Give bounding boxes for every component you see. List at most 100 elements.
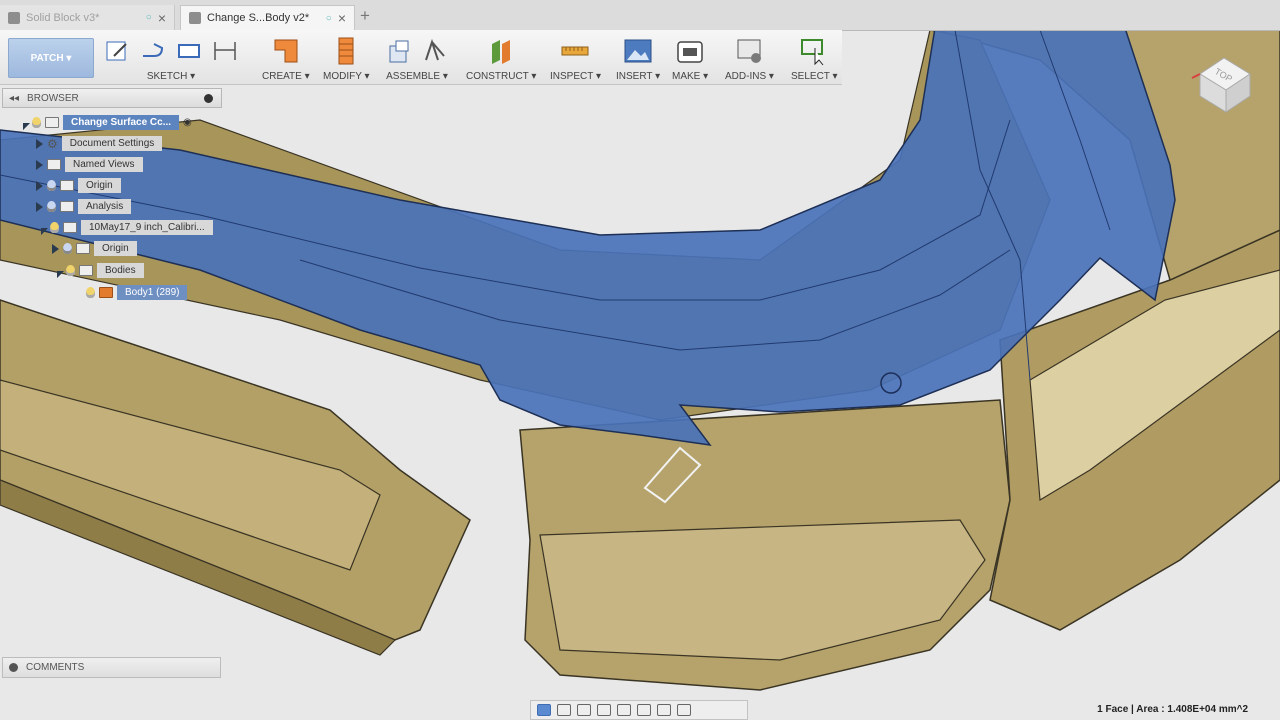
- 3d-print-icon[interactable]: [675, 36, 705, 66]
- new-tab-plus-icon[interactable]: +: [360, 6, 370, 26]
- visibility-bulb-icon[interactable]: [32, 117, 41, 128]
- expand-icon[interactable]: [36, 138, 43, 149]
- tree-item-label: 10May17_9 inch_Calibri...: [81, 220, 213, 235]
- assemble-group[interactable]: ASSEMBLE ▾: [386, 36, 448, 82]
- document-icon: [189, 12, 201, 24]
- tree-item-label: Bodies: [97, 263, 144, 278]
- joint-icon[interactable]: [422, 38, 448, 64]
- line-icon[interactable]: [140, 38, 166, 64]
- activate-radio-icon[interactable]: ◉: [183, 117, 192, 128]
- tree-item-body1[interactable]: Body1 (289): [86, 284, 188, 301]
- collapse-icon[interactable]: [49, 263, 65, 278]
- tree-item-document-settings[interactable]: ⚙ Document Settings: [36, 135, 163, 152]
- tab-label: Solid Block v3*: [26, 11, 100, 24]
- workspace-switcher-button[interactable]: PATCH ▾: [8, 38, 94, 78]
- tree-item-named-views[interactable]: Named Views: [36, 156, 143, 173]
- main-toolbar: PATCH ▾ SKETCH ▾ CREATE ▾ MODIFY ▾ ASSEM…: [0, 30, 842, 85]
- expand-icon[interactable]: [52, 243, 59, 254]
- document-icon: [8, 11, 20, 24]
- tree-root[interactable]: Change Surface Cc... ◉: [15, 114, 192, 131]
- display-settings-icon[interactable]: [637, 704, 651, 716]
- sync-icon: ○: [325, 12, 332, 24]
- insert-image-icon[interactable]: [623, 36, 653, 66]
- minimize-icon[interactable]: [204, 94, 213, 103]
- grid-icon[interactable]: [657, 704, 671, 716]
- tab-change-surface[interactable]: Change S...Body v2* ○ ×: [180, 5, 355, 30]
- expand-icon[interactable]: [36, 180, 43, 191]
- visibility-bulb-icon[interactable]: [63, 243, 72, 254]
- select-group[interactable]: SELECT ▾: [791, 36, 838, 82]
- insert-label: INSERT ▾: [616, 71, 661, 82]
- inspect-group[interactable]: INSPECT ▾: [550, 36, 601, 82]
- comments-label: COMMENTS: [26, 662, 85, 673]
- folder-icon: [76, 243, 90, 254]
- rectangle-icon[interactable]: [176, 38, 202, 64]
- orbit-icon[interactable]: [537, 704, 551, 716]
- visibility-bulb-icon[interactable]: [86, 287, 95, 298]
- x-axis-indicator: [1191, 73, 1201, 79]
- zoom-window-icon[interactable]: [617, 704, 631, 716]
- inspect-label: INSPECT ▾: [550, 71, 601, 82]
- document-tab-bar: Solid Block v3* ○ × Change S...Body v2* …: [0, 0, 1280, 31]
- viewports-icon[interactable]: [677, 704, 691, 716]
- modify-trim-icon[interactable]: [331, 36, 361, 66]
- select-icon[interactable]: [799, 36, 829, 66]
- collapse-icon[interactable]: [15, 115, 31, 130]
- measure-icon[interactable]: [560, 36, 590, 66]
- component-icon: [45, 117, 59, 128]
- browser-title: BROWSER: [27, 92, 79, 104]
- sync-icon: ○: [145, 12, 152, 23]
- tab-label: Change S...Body v2*: [207, 12, 310, 24]
- add-comment-icon[interactable]: [9, 663, 18, 672]
- tree-item-origin-sub[interactable]: Origin: [52, 240, 137, 257]
- tree-item-label: Change Surface Cc...: [63, 115, 180, 130]
- tree-item-component[interactable]: 10May17_9 inch_Calibri...: [33, 219, 213, 236]
- browser-header[interactable]: ◂◂ BROWSER: [2, 88, 222, 108]
- tree-item-label: Analysis: [78, 199, 132, 214]
- create-group[interactable]: CREATE ▾: [262, 36, 310, 82]
- new-component-icon[interactable]: [386, 38, 412, 64]
- visibility-bulb-icon[interactable]: [66, 265, 75, 276]
- collapse-icon[interactable]: [33, 220, 49, 235]
- tree-item-label: Origin: [78, 178, 121, 193]
- tree-item-origin[interactable]: Origin: [36, 177, 121, 194]
- construct-group[interactable]: CONSTRUCT ▾: [466, 36, 536, 82]
- tree-item-label: Document Settings: [61, 136, 163, 151]
- insert-group[interactable]: INSERT ▾: [616, 36, 660, 82]
- make-label: MAKE ▾: [672, 71, 709, 82]
- tree-item-label: Body1 (289): [117, 285, 188, 300]
- pan-hand-icon[interactable]: [577, 704, 591, 716]
- create-label: CREATE ▾: [262, 71, 310, 82]
- visibility-bulb-icon[interactable]: [50, 222, 59, 233]
- sketch-group[interactable]: SKETCH ▾: [104, 36, 238, 82]
- tree-item-label: Named Views: [65, 157, 143, 172]
- selection-status: 1 Face | Area : 1.408E+04 mm^2: [1097, 704, 1248, 715]
- close-icon[interactable]: ×: [158, 10, 166, 26]
- modify-label: MODIFY ▾: [323, 71, 370, 82]
- modify-group[interactable]: MODIFY ▾: [323, 36, 370, 82]
- create-patch-icon[interactable]: [271, 36, 301, 66]
- collapse-panel-icon[interactable]: ◂◂: [9, 93, 19, 104]
- expand-icon[interactable]: [36, 159, 43, 170]
- scripts-addins-icon[interactable]: [734, 36, 764, 66]
- sketch-label: SKETCH ▾: [146, 71, 196, 82]
- offset-plane-icon[interactable]: [486, 36, 516, 66]
- close-icon[interactable]: ×: [338, 10, 346, 26]
- expand-icon[interactable]: [36, 201, 43, 212]
- tab-solid-block[interactable]: Solid Block v3* ○ ×: [0, 5, 175, 30]
- zoom-icon[interactable]: [597, 704, 611, 716]
- create-sketch-icon[interactable]: [104, 38, 130, 64]
- tree-item-bodies[interactable]: Bodies: [49, 262, 144, 279]
- look-at-icon[interactable]: [557, 704, 571, 716]
- comments-panel[interactable]: COMMENTS: [2, 657, 221, 678]
- tree-item-analysis[interactable]: Analysis: [36, 198, 132, 215]
- workspace-label: PATCH: [30, 52, 64, 64]
- dimension-icon[interactable]: [212, 38, 238, 64]
- make-group[interactable]: MAKE ▾: [672, 36, 708, 82]
- visibility-bulb-icon[interactable]: [47, 201, 56, 212]
- gear-icon: ⚙: [47, 136, 58, 151]
- visibility-bulb-icon[interactable]: [47, 180, 56, 191]
- addins-group[interactable]: ADD-INS ▾: [725, 36, 774, 82]
- navigation-bar: [530, 700, 748, 720]
- viewcube[interactable]: TOP: [1190, 46, 1260, 116]
